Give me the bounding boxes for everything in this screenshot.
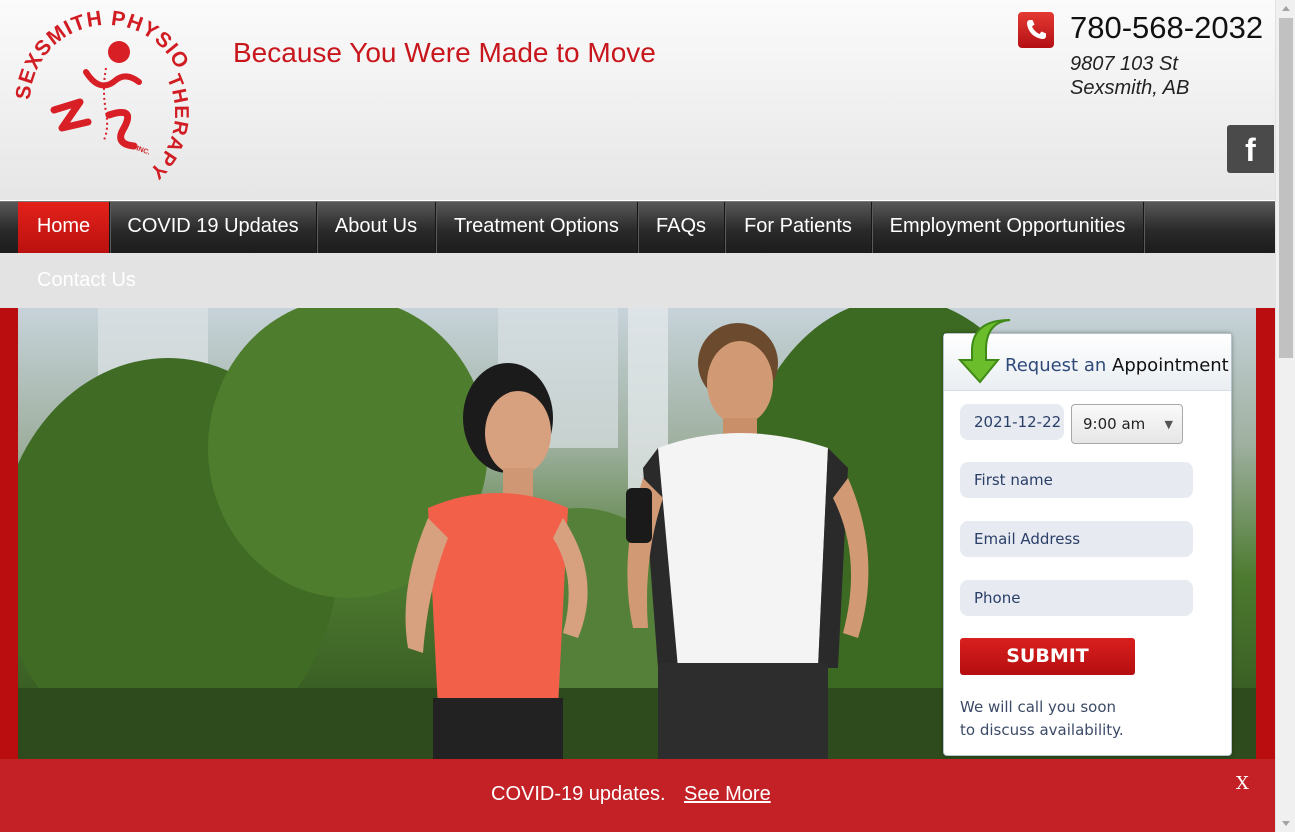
scroll-down-icon[interactable] <box>1276 815 1295 832</box>
phone-field[interactable]: Phone <box>960 580 1193 616</box>
chevron-down-icon: ▼ <box>1164 418 1173 431</box>
appointment-title-part1: Request an <box>1005 355 1107 376</box>
appointment-date-field[interactable]: 2021-12-22 <box>960 404 1064 440</box>
appointment-title: Request an Appointment <box>1005 355 1229 376</box>
phone-icon <box>1018 12 1054 48</box>
first-name-field[interactable]: First name <box>960 462 1193 498</box>
address-line1: 9807 103 St <box>1070 53 1178 75</box>
email-field[interactable]: Email Address <box>960 521 1193 557</box>
svg-text:INC.: INC. <box>135 145 151 156</box>
nav-employment[interactable]: Employment Opportunities <box>872 202 1144 253</box>
nav-about-us[interactable]: About Us <box>317 202 436 253</box>
submit-button[interactable]: SUBMIT <box>960 638 1135 675</box>
nav-row-2: Contact Us <box>0 253 1275 308</box>
form-note-line1: We will call you soon <box>960 698 1117 716</box>
site-header: SEXSMITH PHYSIO THERAPY INC. Because You… <box>0 0 1275 200</box>
appointment-time-select[interactable]: 9:00 am ▼ <box>1071 404 1183 444</box>
address: 9807 103 St Sexsmith, AB <box>1070 52 1189 100</box>
appointment-form: Request an Appointment 2021-12-22 9:00 a… <box>943 319 1232 756</box>
covid-banner: COVID-19 updates. See More X <box>0 759 1275 832</box>
scroll-up-icon[interactable] <box>1276 0 1295 17</box>
main-nav: Home COVID 19 Updates About Us Treatment… <box>0 201 1275 253</box>
appointment-form-header: Request an Appointment <box>944 319 1231 391</box>
scrollbar[interactable] <box>1275 0 1295 832</box>
phone-number[interactable]: 780-568-2032 <box>1070 10 1263 46</box>
nav-for-patients[interactable]: For Patients <box>725 202 872 253</box>
form-note-line2: to discuss availability. <box>960 721 1124 739</box>
facebook-icon[interactable]: f <box>1227 125 1274 173</box>
nav-contact-us[interactable]: Contact Us <box>37 269 136 292</box>
address-line2: Sexsmith, AB <box>1070 77 1190 99</box>
close-icon[interactable]: X <box>1236 773 1249 794</box>
nav-covid-updates[interactable]: COVID 19 Updates <box>110 202 317 253</box>
scrollbar-thumb[interactable] <box>1279 18 1293 358</box>
svg-text:THERAPY: THERAPY <box>145 71 192 183</box>
nav-home[interactable]: Home <box>18 202 110 253</box>
covid-banner-text: COVID-19 updates. <box>491 783 666 805</box>
appointment-title-part2: Appointment <box>1112 355 1229 376</box>
site-logo[interactable]: SEXSMITH PHYSIO THERAPY INC. <box>12 7 200 192</box>
covid-see-more-link[interactable]: See More <box>684 783 771 806</box>
nav-faqs[interactable]: FAQs <box>638 202 725 253</box>
form-note: We will call you soon to discuss availab… <box>960 696 1124 742</box>
tagline: Because You Were Made to Move <box>233 37 656 68</box>
nav-treatment-options[interactable]: Treatment Options <box>436 202 638 253</box>
appointment-time-value: 9:00 am <box>1083 415 1146 433</box>
